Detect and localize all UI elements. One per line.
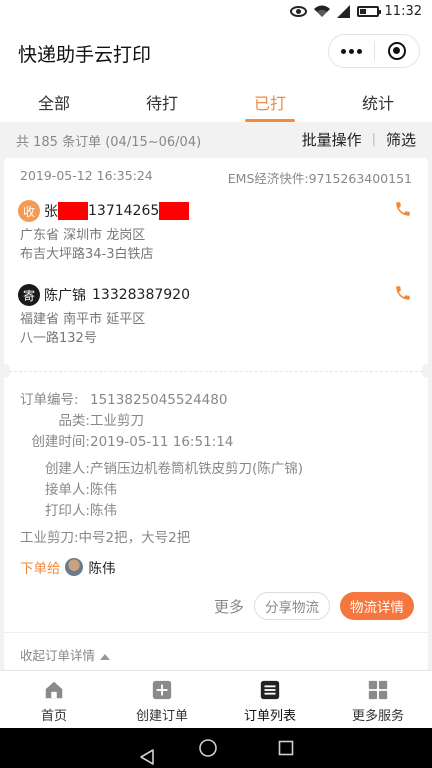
tab-printed[interactable]: 已打 <box>216 76 324 122</box>
order-tabs: 全部 待打 已打 统计 <box>0 76 432 122</box>
system-nav-bar <box>0 728 432 768</box>
dot-icon <box>356 48 362 54</box>
recent-apps-icon[interactable] <box>278 740 294 756</box>
list-icon <box>260 680 280 700</box>
ticket-notch <box>421 364 428 378</box>
receiver-region: 广东省 深圳市 龙岗区 <box>20 228 146 243</box>
chevron-up-icon <box>100 653 111 660</box>
order-count-text: 共 185 条订单 (04/15~06/04) <box>16 135 202 150</box>
receiver-phone: 13714265 <box>88 203 160 219</box>
call-sender-icon[interactable] <box>394 284 412 306</box>
detail-row: 创建人: 产销压边机卷筒机铁皮剪刀(陈广锦) <box>20 459 412 480</box>
home-icon <box>45 681 63 699</box>
receiver-name: 张 <box>44 204 58 220</box>
batch-operation-button[interactable]: 批量操作 <box>302 129 362 150</box>
call-receiver-icon[interactable] <box>394 200 412 222</box>
target-close-icon <box>387 42 406 60</box>
order-card: 2019-05-12 16:35:24 EMS经济快件:971526340015… <box>4 158 428 670</box>
sender-phone: 13328387920 <box>92 287 190 303</box>
tab-label: 统计 <box>361 94 394 113</box>
detail-row: 品类: 工业剪刀 <box>20 411 412 432</box>
more-button[interactable]: 更多 <box>214 596 244 617</box>
redaction-block <box>159 202 190 220</box>
detail-row: 接单人: 陈伟 <box>20 480 412 501</box>
order-number: 1513825045524480 <box>90 392 228 408</box>
filter-button[interactable]: 筛选 <box>386 129 416 150</box>
share-logistics-button[interactable]: 分享物流 <box>254 592 330 620</box>
detail-label: 接单人: <box>44 482 90 498</box>
order-time: 2019-05-12 16:35:24 <box>20 168 153 183</box>
assigned-to: 下单给 陈伟 <box>20 557 412 577</box>
tab-pending[interactable]: 待打 <box>108 76 216 122</box>
order-details: 订单编号: 1513825045524480 品类: 工业剪刀 创建时间: 20… <box>20 390 412 577</box>
receiver-block: 收 张 13714265 广东省 深圳市 龙岗区 布吉大坪路34-3白铁店 <box>18 200 412 264</box>
sender-badge: 寄 <box>18 284 40 306</box>
detail-label: 订单编号: <box>20 392 79 408</box>
detail-row: 打印人: 陈伟 <box>20 501 412 522</box>
card-divider <box>4 371 428 372</box>
category-value: 工业剪刀 <box>90 413 144 429</box>
more-menu-button[interactable] <box>329 48 374 54</box>
created-time: 2019-05-11 16:51:14 <box>90 434 234 450</box>
signal-icon <box>336 5 351 18</box>
redaction-block <box>58 202 88 220</box>
app-header: 快递助手云打印 <box>0 26 432 76</box>
tab-label: 全部 <box>37 94 70 113</box>
detail-label: 创建时间: <box>31 434 90 450</box>
tab-label: 已打 <box>253 94 286 113</box>
assign-label: 下单给 <box>20 561 61 577</box>
detail-row: 订单编号: 1513825045524480 <box>20 390 412 411</box>
plus-square-icon <box>152 680 172 700</box>
close-miniprogram-button[interactable] <box>375 42 420 60</box>
tabbar-more-services[interactable]: 更多服务 <box>324 671 432 728</box>
collapse-details-button[interactable]: 收起订单详情 <box>4 632 428 670</box>
detail-label: 打印人: <box>44 503 90 519</box>
avatar <box>64 558 83 576</box>
tabbar-home[interactable]: 首页 <box>0 671 108 728</box>
order-note: 工业剪刀:中号2把，大号2把 <box>20 530 191 546</box>
tabbar-label: 更多服务 <box>351 709 404 724</box>
status-bar: 11:32 <box>0 0 432 26</box>
creator-value: 产销压边机卷筒机铁皮剪刀(陈广锦) <box>90 461 304 477</box>
sender-street: 八一路132号 <box>20 331 97 346</box>
bottom-tab-bar: 首页 创建订单 订单列表 更多服务 <box>0 670 432 728</box>
assignee-name: 陈伟 <box>88 561 116 577</box>
collapse-label: 收起订单详情 <box>20 648 96 663</box>
order-actions: 更多 分享物流 物流详情 <box>214 592 414 620</box>
eye-comfort-icon <box>289 6 307 17</box>
detail-label: 品类: <box>58 413 90 429</box>
tabbar-create-order[interactable]: 创建订单 <box>108 671 216 728</box>
tabbar-label: 创建订单 <box>135 709 188 724</box>
miniprogram-capsule <box>328 34 420 68</box>
order-summary-bar: 共 185 条订单 (04/15~06/04) 批量操作 | 筛选 <box>0 122 432 156</box>
dot-icon <box>348 48 354 54</box>
dot-icon <box>340 48 346 54</box>
home-circle-icon[interactable] <box>198 738 218 758</box>
detail-label: 创建人: <box>44 461 90 477</box>
printer-value: 陈伟 <box>90 503 117 519</box>
page-title: 快递助手云打印 <box>18 44 152 66</box>
sender-region: 福建省 南平市 延平区 <box>20 312 146 327</box>
tabbar-label: 首页 <box>40 709 67 724</box>
sender-name: 陈广锦 <box>44 288 86 304</box>
ticket-notch <box>4 364 11 378</box>
tab-statistics[interactable]: 统计 <box>324 76 432 122</box>
tabbar-label: 订单列表 <box>243 709 296 724</box>
tab-label: 待打 <box>145 94 178 113</box>
grid-icon <box>368 680 388 700</box>
wifi-icon <box>313 5 331 18</box>
receiver-staff-value: 陈伟 <box>90 482 117 498</box>
receiver-badge: 收 <box>18 200 40 222</box>
status-time: 11:32 <box>384 4 422 19</box>
battery-icon <box>356 6 381 17</box>
detail-row: 创建时间: 2019-05-11 16:51:14 <box>20 432 412 453</box>
tracking-number: EMS经济快件:9715263400151 <box>227 171 412 186</box>
summary-separator: | <box>371 132 376 147</box>
tab-all[interactable]: 全部 <box>0 76 108 122</box>
sender-block: 寄 陈广锦 13328387920 福建省 南平市 延平区 八一路132号 <box>18 284 412 348</box>
logistics-details-button[interactable]: 物流详情 <box>340 592 414 620</box>
tabbar-order-list[interactable]: 订单列表 <box>216 671 324 728</box>
receiver-street: 布吉大坪路34-3白铁店 <box>20 247 154 262</box>
